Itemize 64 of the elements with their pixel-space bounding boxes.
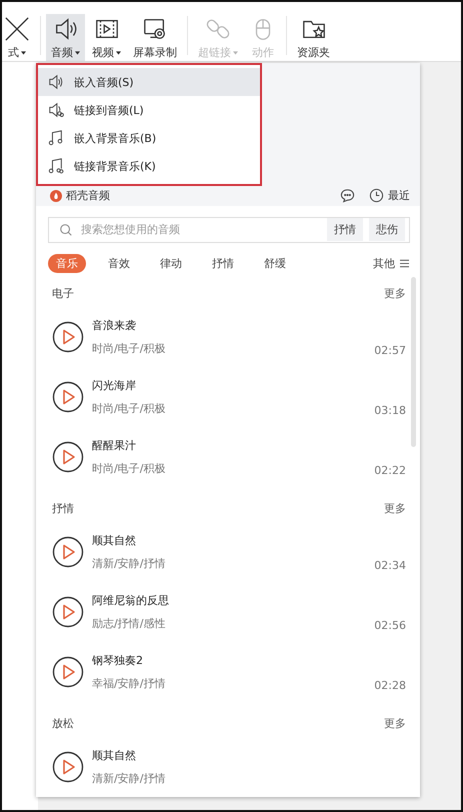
track-tags: 时尚/电子/积极 bbox=[92, 341, 366, 356]
menu-item[interactable]: 链接背景音乐(K) bbox=[38, 152, 260, 180]
track-title: 音浪来袭 bbox=[92, 318, 137, 333]
track-duration: 02:22 bbox=[374, 464, 406, 477]
play-icon[interactable] bbox=[52, 321, 84, 353]
track-title: 顺其自然 bbox=[92, 748, 137, 763]
menu-item[interactable]: 嵌入背景音乐(B) bbox=[38, 124, 260, 152]
category-tab[interactable]: 律动 bbox=[152, 254, 190, 273]
play-icon[interactable] bbox=[52, 751, 84, 783]
category-tab[interactable]: 舒缓 bbox=[256, 254, 294, 273]
section-title: 电子 bbox=[52, 286, 74, 300]
more-link[interactable]: 更多 bbox=[384, 716, 406, 730]
music-note-link-icon bbox=[48, 158, 64, 174]
track-tags: 清新/安静/抒情 bbox=[92, 556, 366, 571]
track-duration: 02:34 bbox=[374, 559, 406, 572]
track-duration: 03:18 bbox=[374, 404, 406, 417]
screen-record-icon bbox=[142, 16, 168, 42]
toolbar-button[interactable]: 式 bbox=[2, 14, 35, 61]
category-tab[interactable]: 抒情 bbox=[204, 254, 242, 273]
play-icon[interactable] bbox=[52, 381, 84, 413]
category-tab[interactable]: 音效 bbox=[100, 254, 138, 273]
track-duration: 02:56 bbox=[374, 619, 406, 632]
scrollbar[interactable] bbox=[411, 277, 416, 447]
toolbar-button[interactable]: 资源夹 bbox=[292, 14, 335, 61]
menu-item[interactable]: 链接到音频(L) bbox=[38, 96, 260, 124]
play-icon[interactable] bbox=[52, 656, 84, 688]
track-tags: 清新/安静/抒情 bbox=[92, 771, 406, 786]
search-tag[interactable]: 悲伤 bbox=[369, 218, 405, 242]
track-tags: 时尚/电子/积极 bbox=[92, 461, 366, 476]
track-tags: 时尚/电子/积极 bbox=[92, 401, 366, 416]
speaker-link-icon bbox=[48, 102, 64, 118]
music-note-icon bbox=[48, 130, 64, 146]
track-title: 闪光海岸 bbox=[92, 378, 137, 393]
track-duration: 02:28 bbox=[374, 679, 406, 692]
more-link[interactable]: 更多 bbox=[384, 286, 406, 300]
search-icon bbox=[59, 222, 73, 237]
other-menu-button[interactable]: 其他 bbox=[373, 256, 395, 271]
section-title: 抒情 bbox=[52, 500, 74, 516]
track-title: 醒醒果汁 bbox=[92, 438, 137, 453]
track-tags: 幸福/安静/抒情 bbox=[92, 676, 366, 691]
search-field[interactable]: 搜索您想使用的音频 抒情 悲伤 bbox=[48, 216, 410, 243]
toolbar-button[interactable]: 视频 bbox=[87, 14, 126, 61]
menu-item[interactable]: 嵌入音频(S) bbox=[38, 68, 260, 96]
search-tag[interactable]: 抒情 bbox=[327, 218, 363, 242]
brand-name: 稻壳音频 bbox=[66, 188, 110, 204]
recent-link[interactable]: 最近 bbox=[388, 188, 410, 204]
menu-icon[interactable] bbox=[399, 259, 410, 268]
track-title: 阿维尼翁的反思 bbox=[92, 593, 170, 608]
play-icon[interactable] bbox=[52, 536, 84, 568]
toolbar-button[interactable]: 屏幕录制 bbox=[128, 14, 182, 61]
track-title: 钢琴独奏2 bbox=[92, 653, 144, 668]
format-icon bbox=[4, 16, 30, 42]
track-duration: 02:57 bbox=[374, 344, 406, 357]
toolbar-button[interactable]: 音频 bbox=[46, 14, 85, 61]
flame-logo-icon bbox=[50, 190, 62, 202]
track-tags: 励志/抒情/感性 bbox=[92, 616, 366, 631]
chat-icon[interactable] bbox=[340, 188, 355, 204]
play-icon[interactable] bbox=[52, 596, 84, 628]
speaker-icon bbox=[48, 74, 64, 90]
section-title: 放松 bbox=[52, 716, 74, 730]
play-icon[interactable] bbox=[52, 441, 84, 473]
more-link[interactable]: 更多 bbox=[384, 500, 406, 516]
clock-icon bbox=[369, 188, 384, 204]
track-title: 顺其自然 bbox=[92, 533, 137, 548]
